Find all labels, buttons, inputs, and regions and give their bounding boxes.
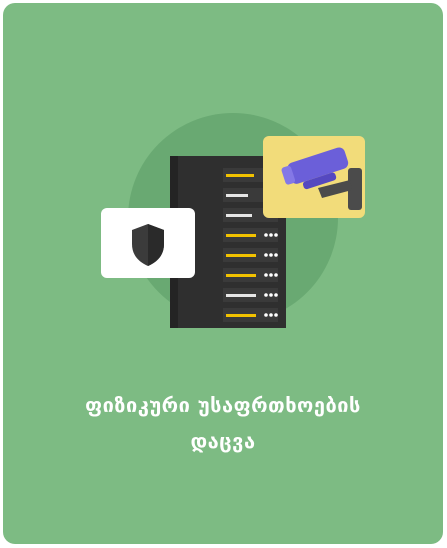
card-title-line2: დაცვა xyxy=(190,429,256,453)
camera-card xyxy=(263,136,365,218)
card-title-line1: ფიზიკური უსაფრთხოების xyxy=(85,393,361,417)
card-title: ფიზიკური უსაფრთხოების დაცვა xyxy=(3,387,443,459)
physical-security-card[interactable]: ფიზიკური უსაფრთხოების დაცვა xyxy=(3,3,443,544)
physical-security-illustration xyxy=(101,113,365,328)
shield-card xyxy=(101,208,195,278)
